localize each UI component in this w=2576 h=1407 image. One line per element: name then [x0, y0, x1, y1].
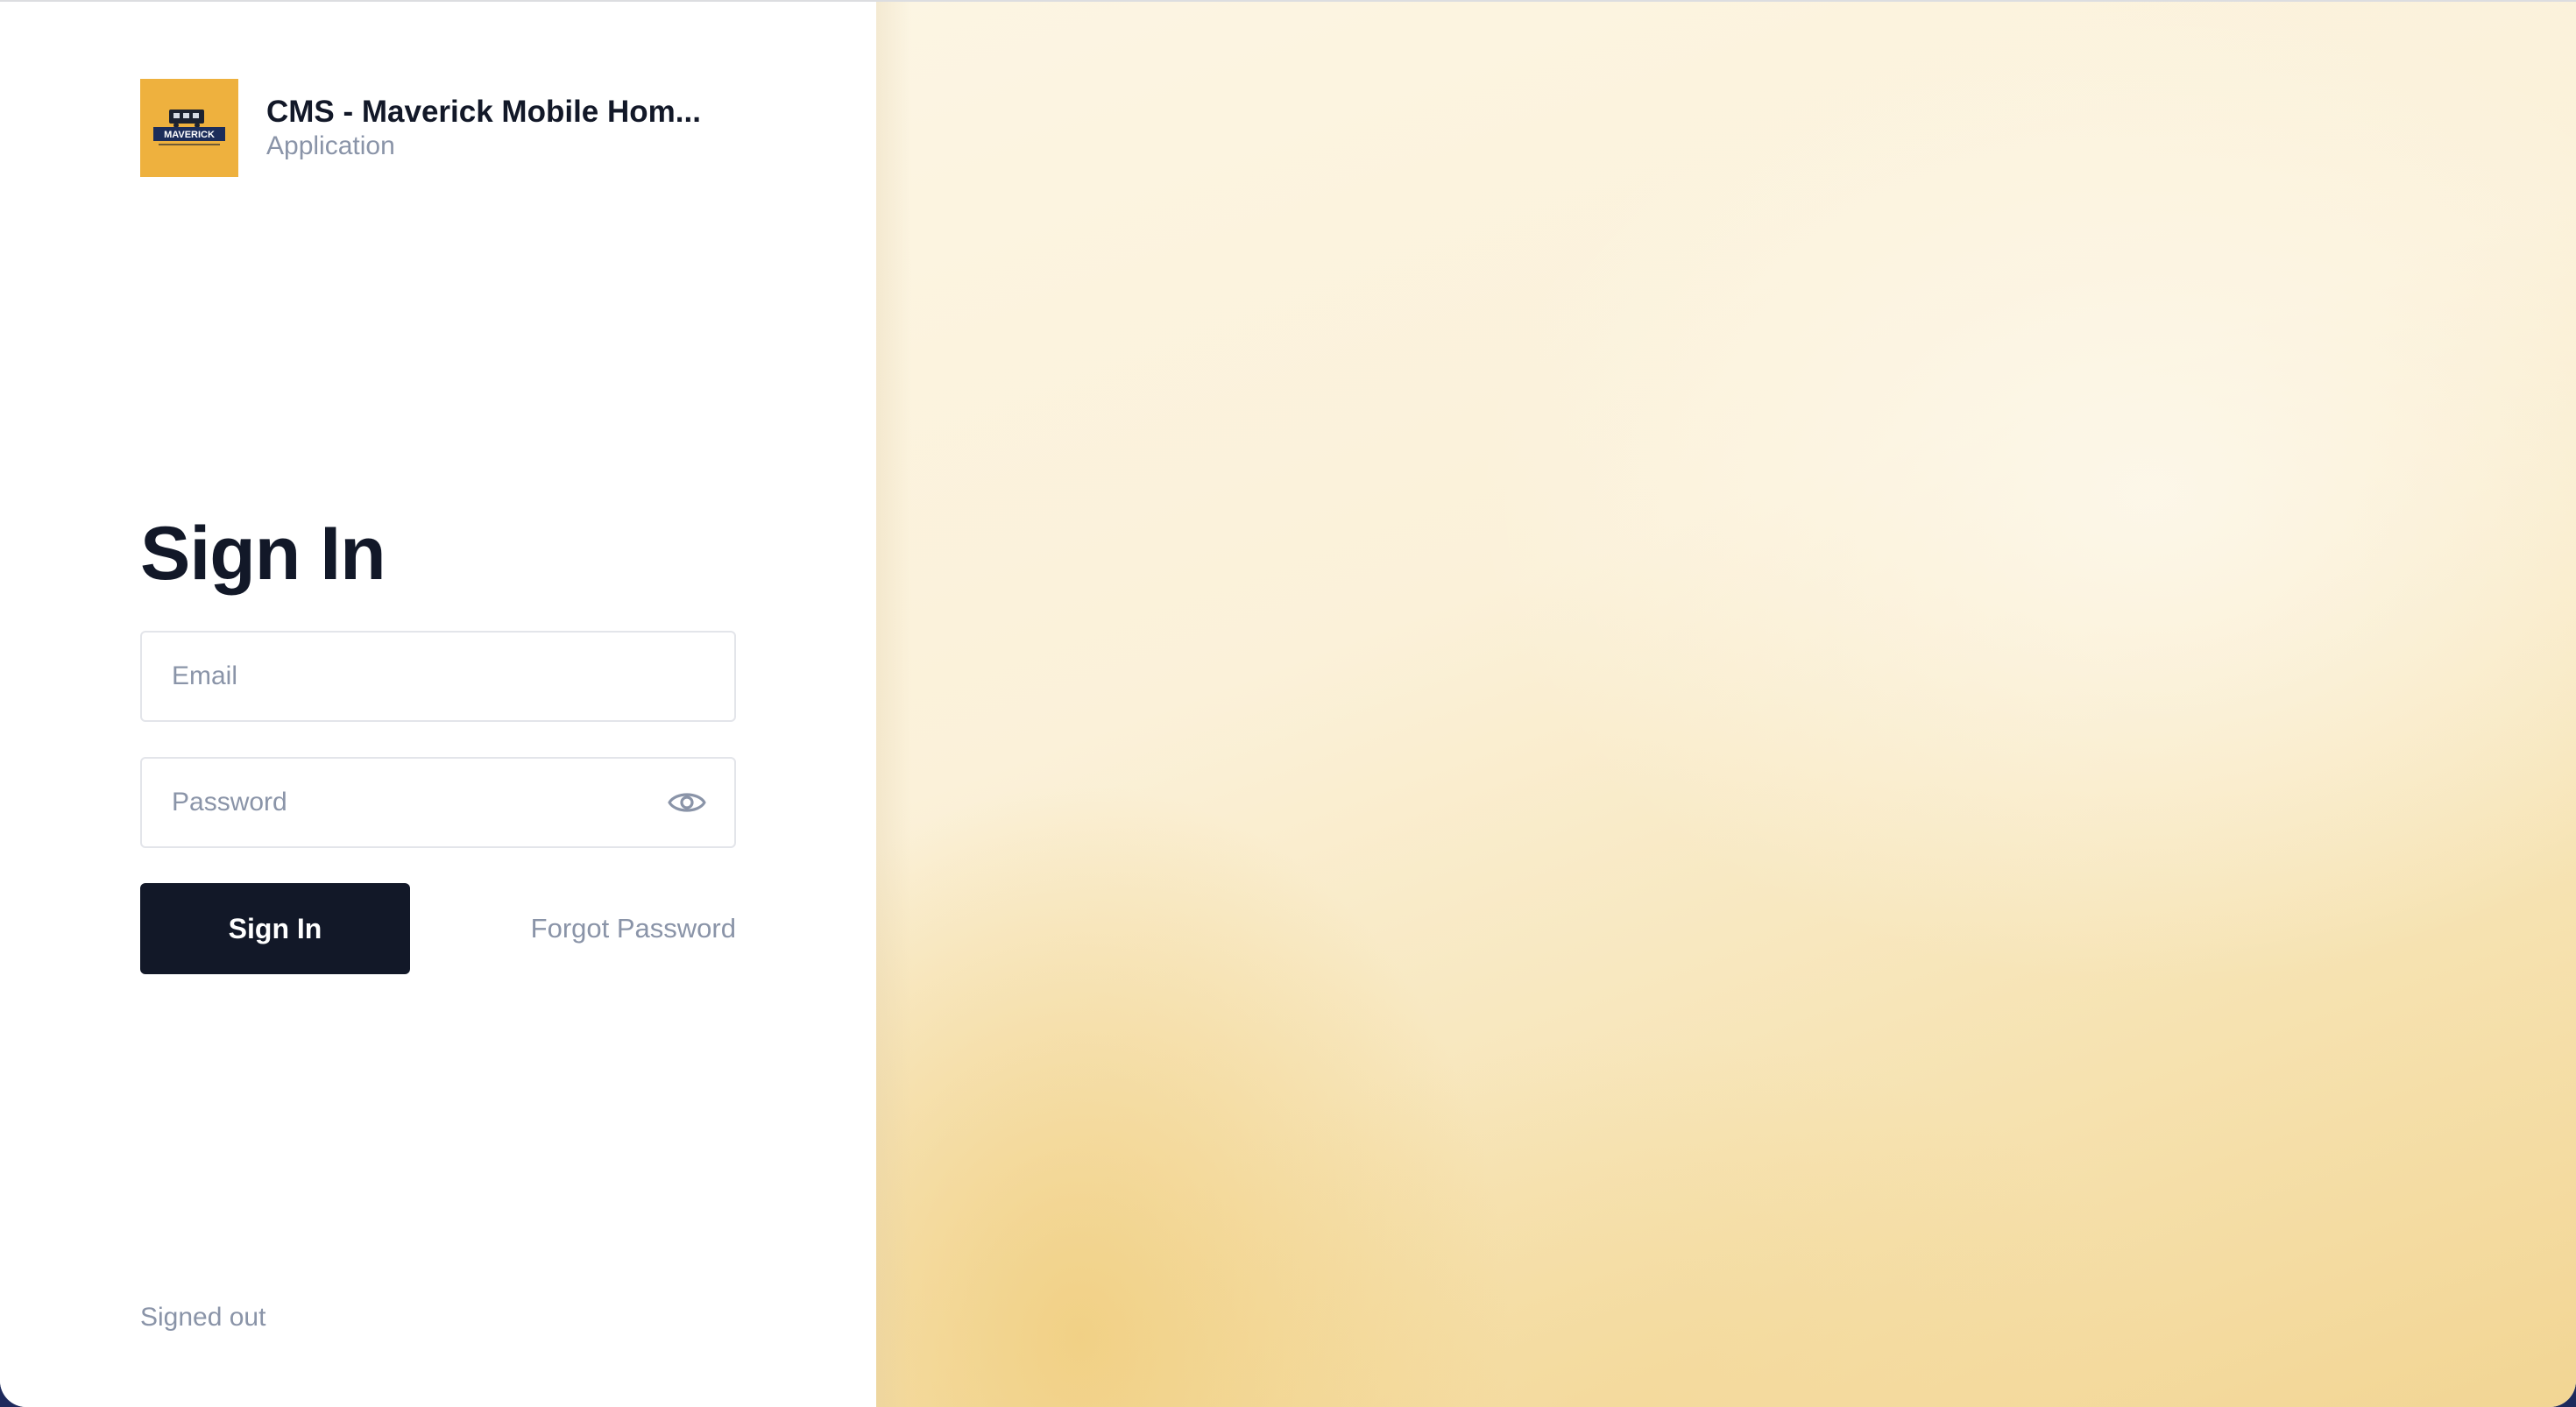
password-input[interactable]: [142, 759, 734, 846]
decorative-background: [876, 2, 2576, 1407]
logo-wordmark: MAVERICK: [164, 130, 215, 140]
show-password-button[interactable]: [666, 781, 708, 824]
maverick-logo-icon: MAVERICK: [153, 110, 225, 145]
maverick-logo: MAVERICK: [140, 79, 238, 177]
status-text: Signed out: [140, 1303, 266, 1332]
password-field-container: [140, 757, 736, 848]
forgot-password-link[interactable]: Forgot Password: [531, 911, 736, 946]
app-title: CMS - Maverick Mobile Hom...: [266, 95, 701, 129]
app-window: MAVERICK CMS - Maverick Mobile Hom... Ap…: [0, 0, 2576, 1407]
eye-icon: [668, 793, 706, 812]
sign-in-button[interactable]: Sign In: [140, 883, 410, 974]
brand-text: CMS - Maverick Mobile Hom... Application: [266, 94, 701, 162]
brand-header: MAVERICK CMS - Maverick Mobile Hom... Ap…: [140, 79, 701, 177]
email-field-container: [140, 631, 736, 722]
email-input[interactable]: [142, 633, 734, 720]
page-title: Sign In: [140, 512, 386, 596]
app-subtitle: Application: [266, 131, 395, 160]
sign-in-panel: MAVERICK CMS - Maverick Mobile Hom... Ap…: [0, 2, 876, 1407]
